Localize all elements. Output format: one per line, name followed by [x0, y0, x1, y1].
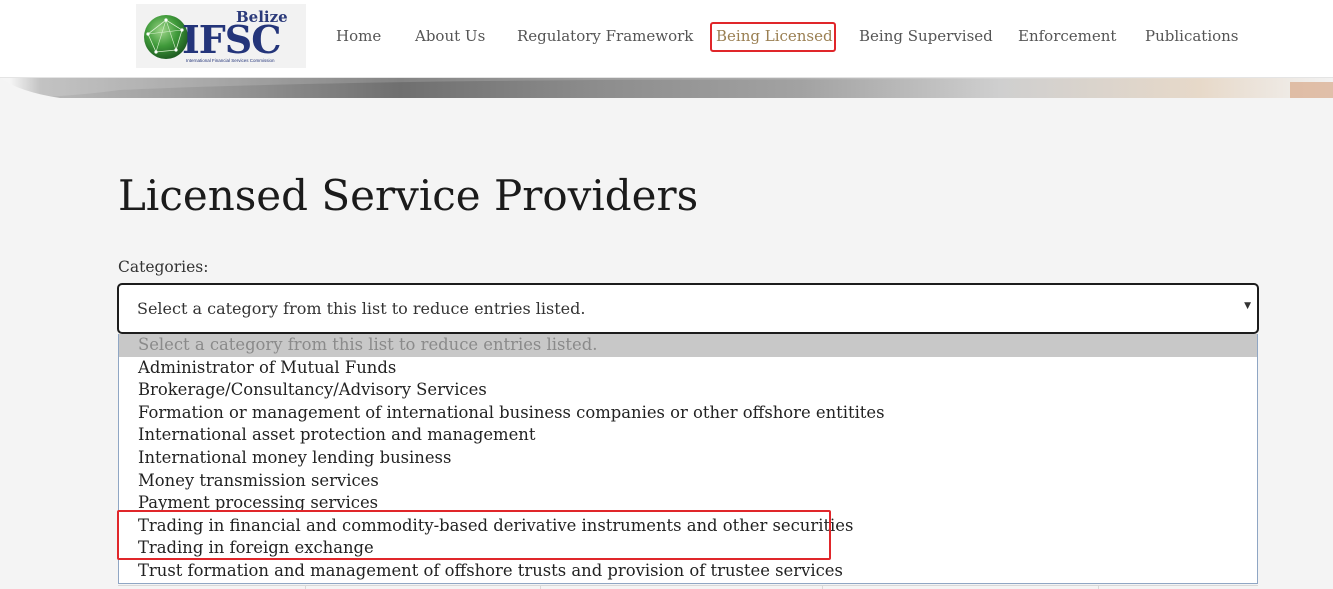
category-select[interactable]: Select a category from this list to redu… — [117, 283, 1259, 334]
category-option[interactable]: Administrator of Mutual Funds — [119, 357, 1257, 380]
dropdown-arrow-icon: ▼ — [1244, 301, 1251, 311]
category-option[interactable]: Formation or management of international… — [119, 402, 1257, 425]
nav-item-regulatory-framework[interactable]: Regulatory Framework — [517, 26, 693, 46]
nav-item-about-us[interactable]: About Us — [415, 26, 485, 46]
table-column-divider — [540, 585, 541, 589]
category-option-placeholder[interactable]: Select a category from this list to redu… — [119, 334, 1257, 357]
table-column-divider — [1098, 585, 1099, 589]
categories-label: Categories: — [118, 258, 209, 276]
logo-sub-text: International Financial Services Commiss… — [186, 58, 275, 63]
trading-options-highlight — [117, 510, 831, 560]
category-select-value: Select a category from this list to redu… — [137, 299, 586, 318]
hero-banner-strip — [0, 78, 1333, 98]
nav-item-home[interactable]: Home — [336, 26, 381, 46]
category-option[interactable]: International asset protection and manag… — [119, 424, 1257, 447]
logo-main-text: IFSC — [182, 17, 281, 62]
ifsc-logo[interactable]: Belize IFSC International Financial Serv… — [136, 4, 306, 68]
banner-curve-shape — [0, 78, 1333, 98]
category-option[interactable]: Brokerage/Consultancy/Advisory Services — [119, 379, 1257, 402]
nav-item-enforcement[interactable]: Enforcement — [1018, 26, 1116, 46]
active-nav-highlight — [710, 22, 836, 52]
category-option[interactable]: Money transmission services — [119, 470, 1257, 493]
table-column-divider — [305, 585, 306, 589]
category-option[interactable]: Trust formation and management of offsho… — [119, 560, 1257, 583]
table-top-border — [118, 585, 1258, 589]
site-header: Belize IFSC International Financial Serv… — [0, 0, 1333, 78]
category-option[interactable]: International money lending business — [119, 447, 1257, 470]
table-column-divider — [822, 585, 823, 589]
page-title: Licensed Service Providers — [118, 171, 699, 220]
nav-item-publications[interactable]: Publications — [1145, 26, 1239, 46]
nav-item-being-supervised[interactable]: Being Supervised — [859, 26, 993, 46]
